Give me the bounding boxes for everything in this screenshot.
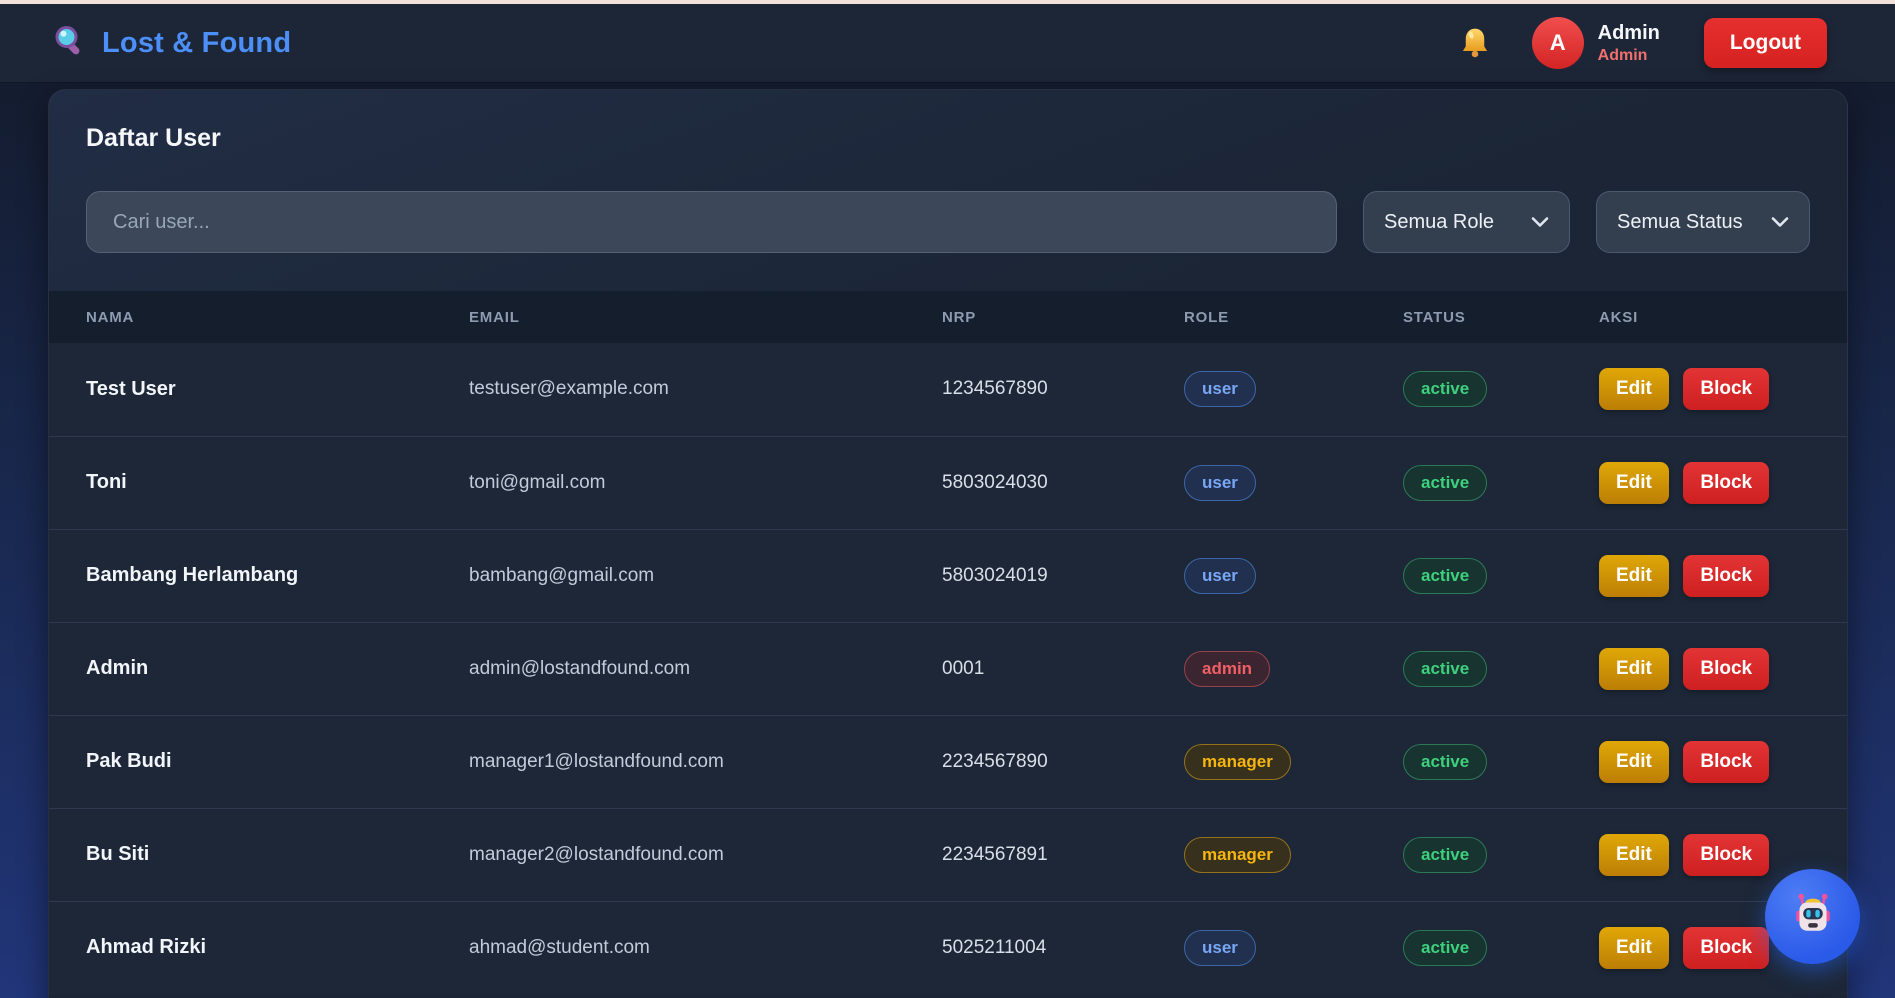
- avatar[interactable]: A: [1532, 17, 1584, 69]
- status-badge: active: [1403, 930, 1487, 966]
- role-badge: user: [1184, 930, 1256, 966]
- robot-icon: [1787, 889, 1839, 944]
- user-email: testuser@example.com: [469, 378, 669, 399]
- user-name: Admin: [1598, 21, 1660, 46]
- role-badge: user: [1184, 558, 1256, 594]
- edit-button[interactable]: Edit: [1599, 648, 1669, 690]
- column-header-status: STATUS: [1403, 291, 1599, 343]
- edit-button[interactable]: Edit: [1599, 834, 1669, 876]
- magnifying-glass-icon: [52, 23, 88, 64]
- chevron-down-icon: [1771, 216, 1789, 228]
- edit-button[interactable]: Edit: [1599, 368, 1669, 410]
- user-nrp: 2234567891: [942, 844, 1048, 865]
- table-row: Bu Siti manager2@lostandfound.com 223456…: [49, 808, 1848, 901]
- app-title: Lost & Found: [102, 27, 291, 60]
- filter-bar: Semua Role Semua Status: [86, 191, 1810, 253]
- bell-icon[interactable]: [1458, 26, 1492, 60]
- column-header-nrp: NRP: [942, 291, 1184, 343]
- table-row: Pak Budi manager1@lostandfound.com 22345…: [49, 715, 1848, 808]
- user-nama: Bambang Herlambang: [86, 564, 298, 586]
- user-email: manager1@lostandfound.com: [469, 751, 724, 772]
- user-nrp: 5803024019: [942, 565, 1048, 586]
- user-email: toni@gmail.com: [469, 472, 606, 493]
- table-row: Toni toni@gmail.com 5803024030 user acti…: [49, 436, 1848, 529]
- brand: Lost & Found: [52, 23, 291, 64]
- block-button[interactable]: Block: [1683, 741, 1769, 783]
- user-nama: Test User: [86, 378, 176, 400]
- chatbot-button[interactable]: [1765, 869, 1860, 964]
- table-header-row: NAMA EMAIL NRP ROLE STATUS AKSI: [49, 291, 1848, 343]
- user-nama: Pak Budi: [86, 750, 172, 772]
- user-email: admin@lostandfound.com: [469, 658, 690, 679]
- status-badge: active: [1403, 558, 1487, 594]
- table-row: Bambang Herlambang bambang@gmail.com 580…: [49, 529, 1848, 622]
- user-role: Admin: [1598, 46, 1660, 66]
- table-row: Admin admin@lostandfound.com 0001 admin …: [49, 622, 1848, 715]
- search-input[interactable]: [86, 191, 1337, 253]
- column-header-email: EMAIL: [469, 291, 942, 343]
- role-badge: user: [1184, 465, 1256, 501]
- user-nama: Ahmad Rizki: [86, 936, 206, 958]
- page-background: Daftar User Semua Role Semua Status: [0, 83, 1895, 998]
- user-email: manager2@lostandfound.com: [469, 844, 724, 865]
- block-button[interactable]: Block: [1683, 834, 1769, 876]
- user-nrp: 5025211004: [942, 937, 1046, 958]
- status-filter-value: Semua Status: [1617, 211, 1743, 234]
- navbar-right: A Admin Admin Logout: [1458, 17, 1827, 69]
- block-button[interactable]: Block: [1683, 927, 1769, 969]
- status-badge: active: [1403, 465, 1487, 501]
- navbar: Lost & Found A Admin Admin Logout: [0, 4, 1895, 83]
- table-row: Ahmad Rizki ahmad@student.com 5025211004…: [49, 901, 1848, 994]
- block-button[interactable]: Block: [1683, 648, 1769, 690]
- user-email: bambang@gmail.com: [469, 565, 654, 586]
- user-nrp: 5803024030: [942, 472, 1048, 493]
- role-filter-value: Semua Role: [1384, 211, 1494, 234]
- status-badge: active: [1403, 837, 1487, 873]
- role-badge: admin: [1184, 651, 1270, 687]
- chevron-down-icon: [1531, 216, 1549, 228]
- column-header-aksi: AKSI: [1599, 291, 1848, 343]
- edit-button[interactable]: Edit: [1599, 927, 1669, 969]
- user-nama: Bu Siti: [86, 843, 149, 865]
- user-meta: Admin Admin: [1598, 21, 1660, 66]
- avatar-initial: A: [1550, 30, 1566, 56]
- role-badge: manager: [1184, 744, 1291, 780]
- user-list-card: Daftar User Semua Role Semua Status: [48, 89, 1848, 998]
- role-badge: manager: [1184, 837, 1291, 873]
- edit-button[interactable]: Edit: [1599, 462, 1669, 504]
- status-filter-select[interactable]: Semua Status: [1596, 191, 1810, 253]
- column-header-role: ROLE: [1184, 291, 1403, 343]
- logout-button[interactable]: Logout: [1704, 18, 1827, 68]
- table-row: Test User testuser@example.com 123456789…: [49, 343, 1848, 436]
- role-badge: user: [1184, 371, 1256, 407]
- edit-button[interactable]: Edit: [1599, 555, 1669, 597]
- status-badge: active: [1403, 744, 1487, 780]
- role-filter-select[interactable]: Semua Role: [1363, 191, 1570, 253]
- block-button[interactable]: Block: [1683, 462, 1769, 504]
- block-button[interactable]: Block: [1683, 555, 1769, 597]
- user-nama: Admin: [86, 657, 148, 679]
- user-nrp: 2234567890: [942, 751, 1048, 772]
- status-badge: active: [1403, 371, 1487, 407]
- status-badge: active: [1403, 651, 1487, 687]
- user-nrp: 0001: [942, 658, 984, 679]
- user-table: NAMA EMAIL NRP ROLE STATUS AKSI Test Use…: [49, 291, 1848, 994]
- page-title: Daftar User: [86, 124, 1810, 153]
- column-header-nama: NAMA: [49, 291, 469, 343]
- user-email: ahmad@student.com: [469, 937, 650, 958]
- user-nrp: 1234567890: [942, 378, 1048, 399]
- edit-button[interactable]: Edit: [1599, 741, 1669, 783]
- user-nama: Toni: [86, 471, 127, 493]
- block-button[interactable]: Block: [1683, 368, 1769, 410]
- user-table-body: Test User testuser@example.com 123456789…: [49, 343, 1848, 994]
